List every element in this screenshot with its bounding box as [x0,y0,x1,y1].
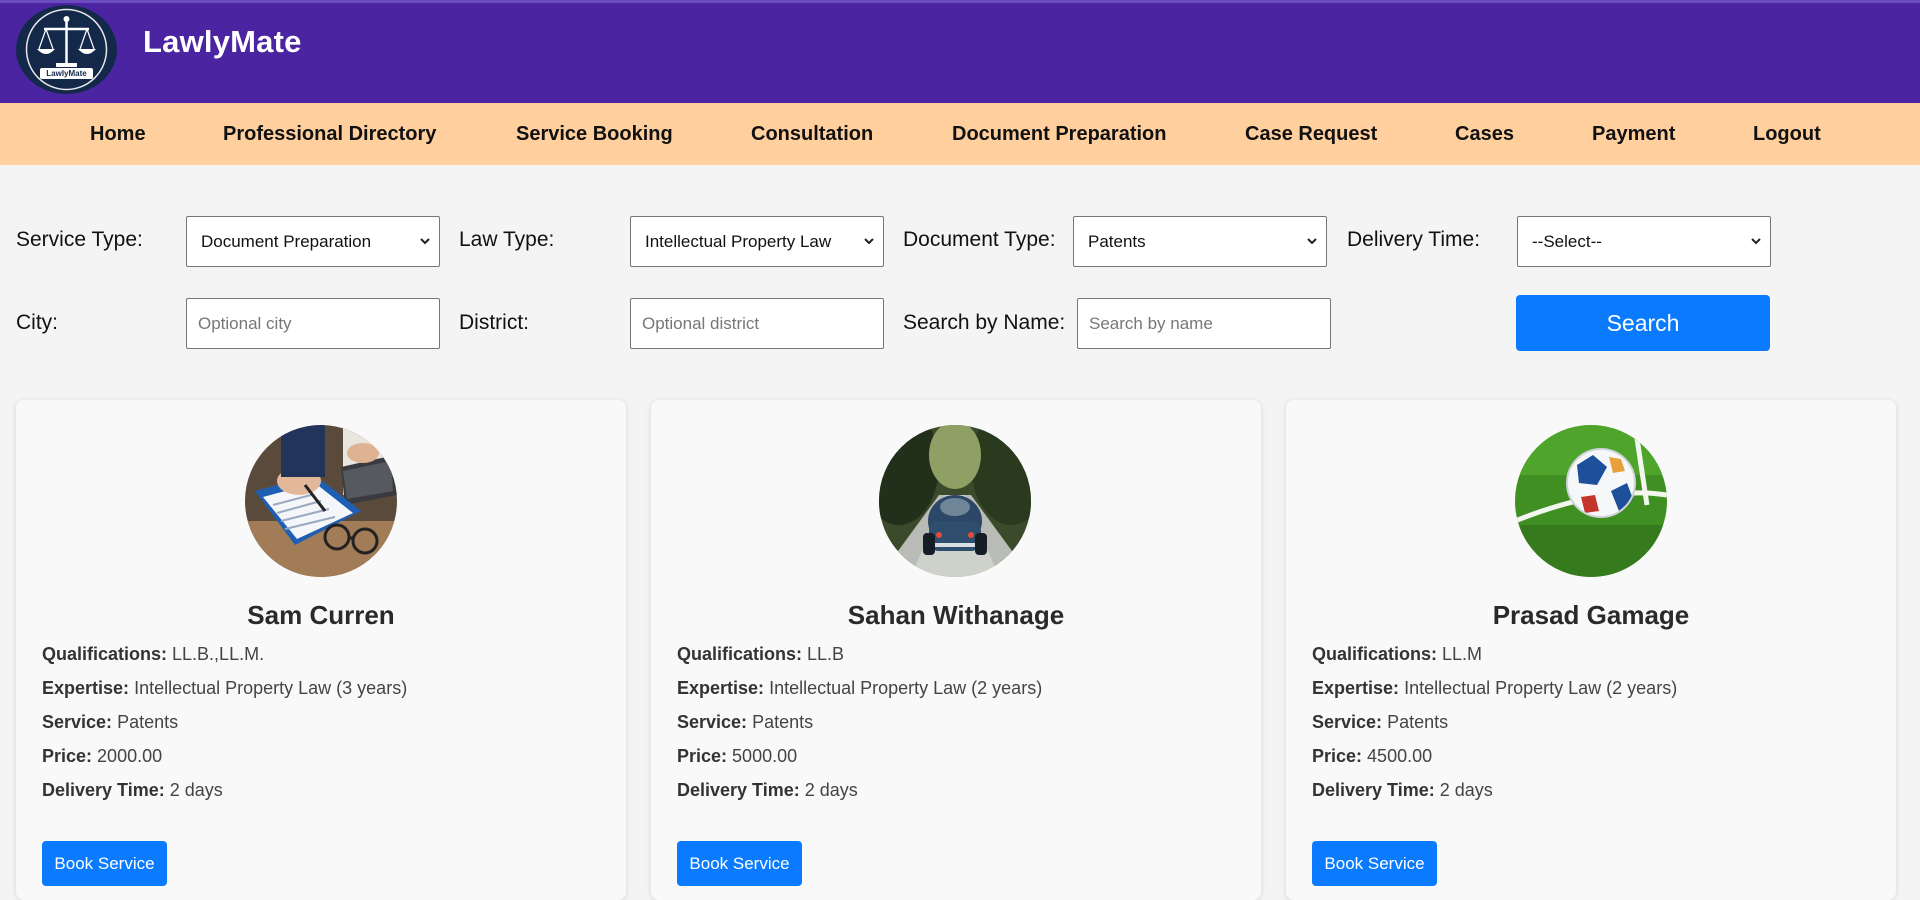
qualifications-value: LL.B [807,644,845,664]
expertise-value: Intellectual Property Law (2 years) [769,678,1043,698]
law-type-select[interactable]: Intellectual Property Law [630,216,884,267]
qualifications-row: Qualifications: LL.M [1312,644,1482,665]
price-value: 2000.00 [97,746,163,766]
price-row: Price: 2000.00 [42,746,162,767]
nav-logout[interactable]: Logout [1753,103,1821,165]
logo-caption: LawlyMate [46,69,87,78]
city-input[interactable] [186,298,440,349]
service-value: Patents [1387,712,1449,732]
service-type-value: Document Preparation [201,232,372,251]
service-label: Service: [1312,712,1383,732]
delivery-time-row: Delivery Time: 2 days [1312,780,1493,801]
nav-payment[interactable]: Payment [1592,103,1675,165]
chevron-down-icon [420,238,430,245]
qualifications-label: Qualifications: [677,644,803,664]
nav-consultation[interactable]: Consultation [751,103,873,165]
service-type-label: Service Type: [16,228,143,251]
district-label: District: [459,311,529,334]
service-row: Service: Patents [677,712,813,733]
delivery-time-value: --Select-- [1532,232,1602,251]
expertise-row: Expertise: Intellectual Property Law (2 … [1312,678,1677,699]
delivery-time-label: Delivery Time: [677,780,800,800]
service-row: Service: Patents [1312,712,1448,733]
city-label: City: [16,311,58,334]
service-row: Service: Patents [42,712,178,733]
service-type-select[interactable]: Document Preparation [186,216,440,267]
search-by-name-input[interactable] [1077,298,1331,349]
price-label: Price: [1312,746,1363,766]
professional-name: Prasad Gamage [1492,600,1690,630]
delivery-time-value: 2 days [804,780,858,800]
nav-home[interactable]: Home [90,103,146,165]
price-value: 5000.00 [732,746,798,766]
professional-name: Sam Curren [247,600,395,630]
service-value: Patents [117,712,179,732]
delivery-time-label: Delivery Time: [1312,780,1435,800]
book-service-button[interactable]: Book Service [42,841,167,886]
qualifications-value: LL.B.,LL.M. [172,644,265,664]
nav-service-booking[interactable]: Service Booking [516,103,673,165]
delivery-time-label: Delivery Time: [1347,228,1481,251]
scales-of-justice-logo-icon[interactable]: LawlyMate [16,5,117,94]
signing-document-photo-icon [245,425,397,577]
search-by-name-label: Search by Name: [903,311,1066,334]
main-nav: Home Professional Directory Service Book… [0,103,1920,165]
chevron-down-icon [1751,238,1761,245]
delivery-time-value: 2 days [1439,780,1493,800]
chevron-down-icon [864,238,874,245]
qualifications-label: Qualifications: [1312,644,1438,664]
professional-card: Sam Curren Qualifications: LL.B.,LL.M. E… [16,400,626,900]
expertise-row: Expertise: Intellectual Property Law (2 … [677,678,1042,699]
top-header: LawlyMate LawlyMate [0,0,1920,103]
document-type-value: Patents [1088,232,1146,251]
price-row: Price: 5000.00 [677,746,797,767]
expertise-value: Intellectual Property Law (3 years) [134,678,408,698]
price-label: Price: [42,746,93,766]
brand-title[interactable]: LawlyMate [143,24,302,60]
professional-name: Sahan Withanage [847,600,1065,630]
delivery-time-select[interactable]: --Select-- [1517,216,1771,267]
delivery-time-value: 2 days [169,780,223,800]
chevron-down-icon [1307,238,1317,245]
service-value: Patents [752,712,814,732]
book-service-button[interactable]: Book Service [1312,841,1437,886]
book-service-button[interactable]: Book Service [677,841,802,886]
professional-card: Sahan Withanage Qualifications: LL.B Exp… [651,400,1261,900]
nav-document-preparation[interactable]: Document Preparation [952,103,1166,165]
document-type-label: Document Type: [903,228,1056,251]
service-label: Service: [677,712,748,732]
expertise-label: Expertise: [42,678,130,698]
law-type-label: Law Type: [459,228,555,251]
nav-professional-directory[interactable]: Professional Directory [223,103,436,165]
nav-cases[interactable]: Cases [1455,103,1514,165]
service-label: Service: [42,712,113,732]
document-type-select[interactable]: Patents [1073,216,1327,267]
delivery-time-label: Delivery Time: [42,780,165,800]
price-row: Price: 4500.00 [1312,746,1432,767]
qualifications-row: Qualifications: LL.B.,LL.M. [42,644,264,665]
car-on-road-photo-icon [879,425,1031,577]
qualifications-row: Qualifications: LL.B [677,644,844,665]
qualifications-value: LL.M [1442,644,1483,664]
expertise-value: Intellectual Property Law (2 years) [1404,678,1678,698]
price-value: 4500.00 [1367,746,1433,766]
district-input[interactable] [630,298,884,349]
expertise-label: Expertise: [1312,678,1400,698]
search-button[interactable]: Search [1516,295,1770,351]
professional-card: Prasad Gamage Qualifications: LL.M Exper… [1286,400,1896,900]
price-label: Price: [677,746,728,766]
law-type-value: Intellectual Property Law [645,232,832,251]
delivery-time-row: Delivery Time: 2 days [42,780,223,801]
expertise-label: Expertise: [677,678,765,698]
nav-case-request[interactable]: Case Request [1245,103,1377,165]
qualifications-label: Qualifications: [42,644,168,664]
soccer-ball-photo-icon [1515,425,1667,577]
expertise-row: Expertise: Intellectual Property Law (3 … [42,678,407,699]
delivery-time-row: Delivery Time: 2 days [677,780,858,801]
